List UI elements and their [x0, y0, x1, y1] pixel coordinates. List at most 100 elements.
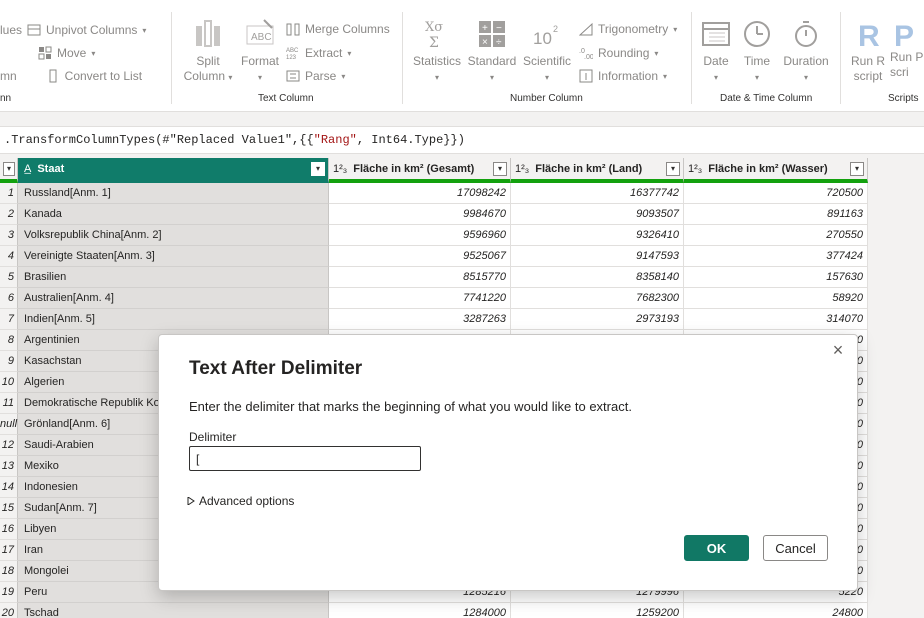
svg-text:R: R: [858, 20, 880, 50]
cell-gesamt[interactable]: 8515770: [329, 267, 511, 288]
table-menu-icon[interactable]: ▾: [3, 162, 15, 176]
format-button[interactable]: ABC Format ▾: [238, 18, 282, 85]
cell-staat[interactable]: Vereinigte Staaten[Anm. 3]: [18, 246, 329, 267]
chevron-down-icon: ▾: [347, 48, 352, 58]
svg-text:2: 2: [553, 24, 558, 34]
table-row[interactable]: 7 Indien[Anm. 5] 3287263 2973193 314070: [0, 309, 868, 330]
cell-wasser[interactable]: 270550: [684, 225, 868, 246]
table-row[interactable]: 20 Tschad 1284000 1259200 24800: [0, 603, 868, 618]
cell-land[interactable]: 8358140: [511, 267, 684, 288]
cell-staat[interactable]: Australien[Anm. 4]: [18, 288, 329, 309]
cell-land[interactable]: 9147593: [511, 246, 684, 267]
cell-wasser[interactable]: 377424: [684, 246, 868, 267]
rounding-icon: .0.00: [579, 46, 594, 61]
cell-wasser[interactable]: 24800: [684, 603, 868, 618]
grid-header-row: ▾ A̲ Staat ▾ 1²₃ Fläche in km² (Gesamt) …: [0, 158, 868, 183]
cell-gesamt[interactable]: 9596960: [329, 225, 511, 246]
rounding-button[interactable]: .0.00 Rounding ▾: [579, 43, 658, 63]
delimiter-input[interactable]: [189, 446, 421, 471]
column-filter-icon[interactable]: ▾: [311, 162, 325, 176]
standard-button[interactable]: + − × ÷ Standard ▾: [466, 18, 518, 85]
column-filter-icon[interactable]: ▾: [850, 162, 864, 176]
column-header-gesamt[interactable]: 1²₃ Fläche in km² (Gesamt) ▾: [329, 158, 511, 183]
delimiter-label: Delimiter: [189, 430, 237, 444]
run-r-script-label: script: [853, 69, 883, 83]
row-index: 12: [0, 435, 18, 456]
cell-land[interactable]: 1259200: [511, 603, 684, 618]
statistics-button[interactable]: Xσ Σ Statistics ▾: [411, 18, 463, 85]
any-column-group-label: nn: [0, 93, 12, 104]
svg-text:123: 123: [286, 55, 297, 60]
rounding-label: Rounding: [598, 46, 650, 60]
merge-columns-button[interactable]: Merge Columns: [286, 19, 390, 39]
duration-button[interactable]: Duration ▾: [780, 18, 832, 85]
run-python-script-button[interactable]: P Run P scri: [890, 18, 924, 80]
cell-gesamt[interactable]: 7741220: [329, 288, 511, 309]
close-icon[interactable]: ×: [827, 339, 849, 361]
extract-label: Extract: [305, 46, 343, 60]
cell-gesamt[interactable]: 9525067: [329, 246, 511, 267]
column-filter-icon[interactable]: ▾: [666, 162, 680, 176]
cell-wasser[interactable]: 157630: [684, 267, 868, 288]
cell-gesamt[interactable]: 1284000: [329, 603, 511, 618]
row-index: 11: [0, 393, 18, 414]
trigonometry-button[interactable]: Trigonometry ▾: [578, 19, 677, 39]
move-icon: [38, 46, 52, 60]
row-index-header[interactable]: ▾: [0, 158, 18, 183]
column-header-land[interactable]: 1²₃ Fläche in km² (Land) ▾: [511, 158, 684, 183]
cell-gesamt[interactable]: 17098242: [329, 183, 511, 204]
column-filter-icon[interactable]: ▾: [493, 162, 507, 176]
r-script-icon: R: [852, 18, 884, 53]
cell-staat[interactable]: Russland[Anm. 1]: [18, 183, 329, 204]
cell-land[interactable]: 9093507: [511, 204, 684, 225]
python-script-icon: P: [890, 18, 922, 53]
table-row[interactable]: 6 Australien[Anm. 4] 7741220 7682300 58920: [0, 288, 868, 309]
cell-gesamt[interactable]: 3287263: [329, 309, 511, 330]
column-header-wasser[interactable]: 1²₃ Fläche in km² (Wasser) ▾: [684, 158, 868, 183]
chevron-down-icon: ▾: [91, 48, 96, 58]
ribbon-separator: [691, 12, 692, 104]
split-column-button[interactable]: Split Column ▾: [182, 18, 234, 85]
cell-staat[interactable]: Tschad: [18, 603, 329, 618]
formula-bar[interactable]: .TransformColumnTypes(#"Replaced Value1"…: [0, 126, 924, 154]
information-icon: [579, 69, 593, 83]
chevron-down-icon: ▾: [713, 73, 718, 82]
cell-staat[interactable]: Volksrepublik China[Anm. 2]: [18, 225, 329, 246]
time-button[interactable]: Time ▾: [737, 18, 777, 85]
cell-wasser[interactable]: 314070: [684, 309, 868, 330]
table-row[interactable]: 2 Kanada 9984670 9093507 891163: [0, 204, 868, 225]
row-index: 4: [0, 246, 18, 267]
extract-button[interactable]: ABC 123 Extract ▾: [286, 43, 351, 63]
number-column-group-label: Number Column: [510, 93, 583, 104]
scientific-button[interactable]: 10 2 Scientific ▾: [521, 18, 573, 85]
row-index: 8: [0, 330, 18, 351]
cell-wasser[interactable]: 58920: [684, 288, 868, 309]
date-button[interactable]: Date ▾: [696, 18, 736, 85]
cell-land[interactable]: 7682300: [511, 288, 684, 309]
cancel-button[interactable]: Cancel: [763, 535, 828, 561]
unpivot-columns-button[interactable]: lues Unpivot Columns ▾: [0, 20, 146, 40]
cell-land[interactable]: 16377742: [511, 183, 684, 204]
chevron-down-icon: ▾: [803, 73, 808, 82]
cell-wasser[interactable]: 891163: [684, 204, 868, 225]
run-r-script-button[interactable]: R Run R script: [848, 18, 888, 84]
cell-gesamt[interactable]: 9984670: [329, 204, 511, 225]
cell-land[interactable]: 9326410: [511, 225, 684, 246]
cell-staat[interactable]: Brasilien: [18, 267, 329, 288]
cell-staat[interactable]: Indien[Anm. 5]: [18, 309, 329, 330]
row-index: 5: [0, 267, 18, 288]
cell-staat[interactable]: Kanada: [18, 204, 329, 225]
column-header-staat[interactable]: A̲ Staat ▾: [18, 158, 329, 183]
ok-button[interactable]: OK: [684, 535, 749, 561]
table-row[interactable]: 3 Volksrepublik China[Anm. 2] 9596960 93264…: [0, 225, 868, 246]
convert-to-list-button[interactable]: mn Convert to List: [0, 66, 142, 86]
table-row[interactable]: 5 Brasilien 8515770 8358140 157630: [0, 267, 868, 288]
information-button[interactable]: Information ▾: [579, 66, 667, 86]
parse-button[interactable]: Parse ▾: [286, 66, 345, 86]
advanced-options-toggle[interactable]: Advanced options: [187, 494, 294, 508]
table-row[interactable]: 4 Vereinigte Staaten[Anm. 3] 9525067 914759…: [0, 246, 868, 267]
cell-wasser[interactable]: 720500: [684, 183, 868, 204]
move-button[interactable]: Move ▾: [38, 43, 95, 63]
cell-land[interactable]: 2973193: [511, 309, 684, 330]
table-row[interactable]: 1 Russland[Anm. 1] 17098242 16377742 720500: [0, 183, 868, 204]
